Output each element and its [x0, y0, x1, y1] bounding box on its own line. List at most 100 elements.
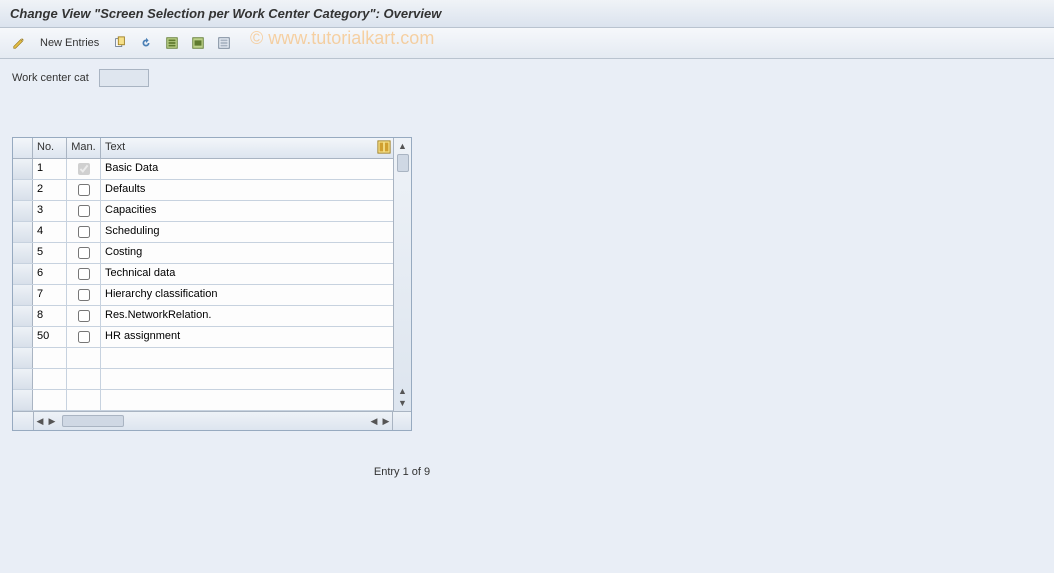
- entry-status: Entry 1 of 9: [12, 466, 792, 478]
- row-selector[interactable]: [13, 222, 33, 242]
- mandatory-checkbox[interactable]: [78, 184, 90, 196]
- grid-header-no[interactable]: No.: [33, 138, 67, 158]
- cell-no[interactable]: 4: [33, 222, 67, 242]
- grid-header-text[interactable]: Text: [101, 138, 393, 158]
- cell-text[interactable]: Basic Data: [101, 159, 393, 179]
- mandatory-checkbox[interactable]: [78, 268, 90, 280]
- undo-icon: [139, 36, 153, 50]
- cell-text[interactable]: Defaults: [101, 180, 393, 200]
- row-selector[interactable]: [13, 285, 33, 305]
- page-title: Change View "Screen Selection per Work C…: [0, 0, 1054, 28]
- scroll-thumb[interactable]: [397, 154, 409, 172]
- cell-text[interactable]: Scheduling: [101, 222, 393, 242]
- row-selector[interactable]: [13, 243, 33, 263]
- row-selector[interactable]: [13, 348, 33, 368]
- hscroll-thumb[interactable]: [62, 415, 124, 427]
- work-center-cat-input[interactable]: [99, 69, 149, 87]
- hscroll-track[interactable]: [58, 415, 368, 427]
- grid-header-man[interactable]: Man.: [67, 138, 101, 158]
- scroll-left2-icon[interactable]: ◀: [368, 415, 380, 427]
- mandatory-checkbox[interactable]: [78, 289, 90, 301]
- scroll-right-icon[interactable]: ▶: [380, 415, 392, 427]
- scroll-up-icon[interactable]: ▲: [397, 140, 409, 152]
- scroll-up2-icon[interactable]: ▲: [397, 385, 409, 397]
- mandatory-checkbox[interactable]: [78, 205, 90, 217]
- table-row: 50 HR assignment: [13, 327, 393, 348]
- cell-text[interactable]: [101, 369, 393, 389]
- cell-text[interactable]: Capacities: [101, 201, 393, 221]
- table-row: 8 Res.NetworkRelation.: [13, 306, 393, 327]
- grid-header: No. Man. Text: [13, 138, 393, 159]
- mandatory-checkbox: [78, 163, 90, 175]
- toggle-change-button[interactable]: [8, 34, 30, 52]
- select-all-button[interactable]: [161, 34, 183, 52]
- table-row: [13, 390, 393, 411]
- mandatory-checkbox[interactable]: [78, 226, 90, 238]
- new-entries-button[interactable]: New Entries: [34, 35, 105, 51]
- cell-man: [67, 243, 101, 263]
- table-row: 6 Technical data: [13, 264, 393, 285]
- cell-man: [67, 369, 101, 389]
- row-selector[interactable]: [13, 201, 33, 221]
- cell-no[interactable]: [33, 369, 67, 389]
- horizontal-scrollbar[interactable]: ◀ ▶ ◀ ▶: [13, 411, 411, 430]
- cell-text[interactable]: Res.NetworkRelation.: [101, 306, 393, 326]
- hscroll-corner: [392, 412, 411, 430]
- work-center-cat-field-row: Work center cat: [12, 69, 1042, 87]
- cell-text[interactable]: Hierarchy classification: [101, 285, 393, 305]
- cell-no[interactable]: [33, 390, 67, 410]
- row-selector[interactable]: [13, 159, 33, 179]
- cell-text[interactable]: Costing: [101, 243, 393, 263]
- row-selector[interactable]: [13, 180, 33, 200]
- cell-no[interactable]: 50: [33, 327, 67, 347]
- cell-text[interactable]: [101, 390, 393, 410]
- cell-text[interactable]: [101, 348, 393, 368]
- cell-no[interactable]: 6: [33, 264, 67, 284]
- table-row: 3 Capacities: [13, 201, 393, 222]
- cell-man: [67, 222, 101, 242]
- grid-header-selector[interactable]: [13, 138, 33, 158]
- cell-no[interactable]: 2: [33, 180, 67, 200]
- content-area: Work center cat No. Man. Text: [0, 59, 1054, 573]
- row-selector[interactable]: [13, 369, 33, 389]
- scroll-right-inner-icon[interactable]: ▶: [46, 415, 58, 427]
- table-settings-icon: [377, 140, 391, 154]
- grid-body: 1 Basic Data 2 Defaults 3 Capacities 4 Scheduli…: [13, 159, 393, 411]
- row-selector[interactable]: [13, 327, 33, 347]
- watermark: © www.tutorialkart.com: [250, 28, 434, 49]
- mandatory-checkbox[interactable]: [78, 310, 90, 322]
- copy-icon: [113, 36, 127, 50]
- cell-no[interactable]: 1: [33, 159, 67, 179]
- cell-no[interactable]: 8: [33, 306, 67, 326]
- cell-man: [67, 285, 101, 305]
- cell-text[interactable]: HR assignment: [101, 327, 393, 347]
- row-selector[interactable]: [13, 390, 33, 410]
- cell-man: [67, 159, 101, 179]
- scroll-left-icon[interactable]: ◀: [34, 415, 46, 427]
- select-block-button[interactable]: [187, 34, 209, 52]
- row-selector[interactable]: [13, 264, 33, 284]
- cell-no[interactable]: 5: [33, 243, 67, 263]
- deselect-all-icon: [217, 36, 231, 50]
- cell-man: [67, 201, 101, 221]
- table-settings-button[interactable]: [377, 140, 391, 154]
- cell-no[interactable]: 3: [33, 201, 67, 221]
- vertical-scrollbar[interactable]: ▲ ▲ ▼: [393, 138, 411, 411]
- table-row: 2 Defaults: [13, 180, 393, 201]
- screen-selection-grid: No. Man. Text 1Basic Data2Defaul: [12, 137, 412, 431]
- mandatory-checkbox[interactable]: [78, 331, 90, 343]
- cell-man: [67, 348, 101, 368]
- cell-man: [67, 306, 101, 326]
- work-center-cat-label: Work center cat: [12, 72, 89, 84]
- cell-man: [67, 264, 101, 284]
- scroll-down-icon[interactable]: ▼: [397, 397, 409, 409]
- copy-as-button[interactable]: [109, 34, 131, 52]
- deselect-all-button[interactable]: [213, 34, 235, 52]
- cell-no[interactable]: [33, 348, 67, 368]
- cell-text[interactable]: Technical data: [101, 264, 393, 284]
- row-selector[interactable]: [13, 306, 33, 326]
- cell-man: [67, 180, 101, 200]
- undo-button[interactable]: [135, 34, 157, 52]
- mandatory-checkbox[interactable]: [78, 247, 90, 259]
- cell-no[interactable]: 7: [33, 285, 67, 305]
